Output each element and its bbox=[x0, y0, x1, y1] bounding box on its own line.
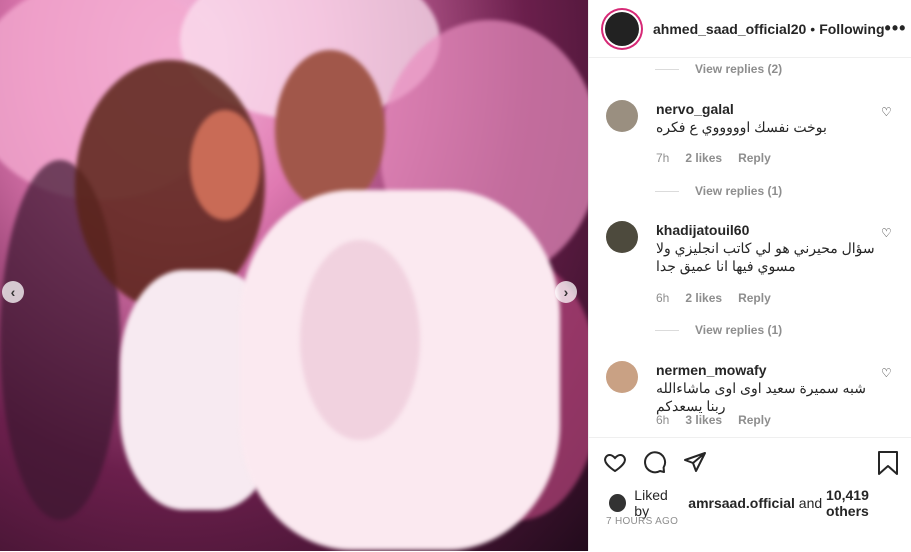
heart-icon[interactable] bbox=[603, 450, 627, 474]
comment-icon[interactable] bbox=[643, 450, 667, 474]
previous-photo-button[interactable]: ‹ bbox=[2, 281, 24, 303]
author-username[interactable]: ahmed_saad_official20 bbox=[653, 21, 806, 37]
commenter-avatar[interactable] bbox=[606, 221, 638, 253]
comment-meta: 6h 2 likes Reply bbox=[656, 291, 771, 305]
reply-button[interactable]: Reply bbox=[738, 291, 771, 305]
reply-button[interactable]: Reply bbox=[738, 151, 771, 165]
author-avatar[interactable] bbox=[605, 11, 639, 46]
like-comment-heart-icon[interactable]: ♡ bbox=[881, 105, 892, 119]
post-photo: ‹ › bbox=[0, 0, 588, 551]
commenter-avatar[interactable] bbox=[606, 361, 638, 393]
post-timestamp[interactable]: 7 HOURS AGO bbox=[606, 516, 678, 527]
commenter-username[interactable]: nervo_galal bbox=[656, 101, 734, 117]
comment-meta: 6h 3 likes Reply bbox=[656, 413, 771, 427]
comment-age: 6h bbox=[656, 291, 670, 305]
comment-text: شبه سميرة سعيد اوى اوى ماشاءالله ربنا يس… bbox=[656, 380, 866, 414]
share-icon[interactable] bbox=[683, 450, 707, 474]
post-header: ahmed_saad_official20 • Following ••• bbox=[589, 0, 911, 58]
separator-dot: • bbox=[810, 20, 816, 37]
liker-avatar bbox=[609, 494, 627, 512]
bookmark-icon[interactable] bbox=[876, 450, 900, 476]
view-replies-button[interactable]: View replies (2) bbox=[655, 62, 782, 76]
likes-count[interactable]: 10,419 others bbox=[826, 487, 911, 519]
next-photo-button[interactable]: › bbox=[555, 281, 577, 303]
comment-likes[interactable]: 2 likes bbox=[685, 151, 722, 165]
commenter-username[interactable]: nermen_mowafy bbox=[656, 362, 766, 378]
comments-list: View replies (2) nervo_galal بوخت نفسك ا… bbox=[589, 58, 911, 436]
comment-likes[interactable]: 2 likes bbox=[685, 291, 722, 305]
post-actions: Liked by amrsaad.official and 10,419 oth… bbox=[589, 437, 911, 552]
commenter-avatar[interactable] bbox=[606, 100, 638, 132]
chevron-left-icon: ‹ bbox=[10, 284, 16, 300]
liked-by-summary[interactable]: Liked by amrsaad.official and 10,419 oth… bbox=[609, 487, 911, 519]
commenter-username[interactable]: khadijatouil60 bbox=[656, 222, 749, 238]
following-button[interactable]: Following bbox=[819, 21, 884, 37]
view-replies-button[interactable]: View replies (1) bbox=[655, 184, 782, 198]
reply-button[interactable]: Reply bbox=[738, 413, 771, 427]
like-comment-heart-icon[interactable]: ♡ bbox=[881, 366, 892, 380]
view-replies-button[interactable]: View replies (1) bbox=[655, 323, 782, 337]
comment-text: سؤال محيرني هو لي كاتب انجليزي ولا مسوي … bbox=[656, 240, 875, 274]
comment-age: 7h bbox=[656, 151, 670, 165]
comment-age: 6h bbox=[656, 413, 670, 427]
more-options-icon[interactable]: ••• bbox=[885, 18, 907, 39]
comment-meta: 7h 2 likes Reply bbox=[656, 151, 771, 165]
chevron-right-icon: › bbox=[563, 284, 569, 300]
post-sidebar: ahmed_saad_official20 • Following ••• Vi… bbox=[588, 0, 911, 551]
comment-likes[interactable]: 3 likes bbox=[685, 413, 722, 427]
comment-text: بوخت نفسك اوووووي ع فكره bbox=[656, 119, 827, 135]
like-comment-heart-icon[interactable]: ♡ bbox=[881, 226, 892, 240]
liker-username[interactable]: amrsaad.official bbox=[688, 495, 795, 511]
